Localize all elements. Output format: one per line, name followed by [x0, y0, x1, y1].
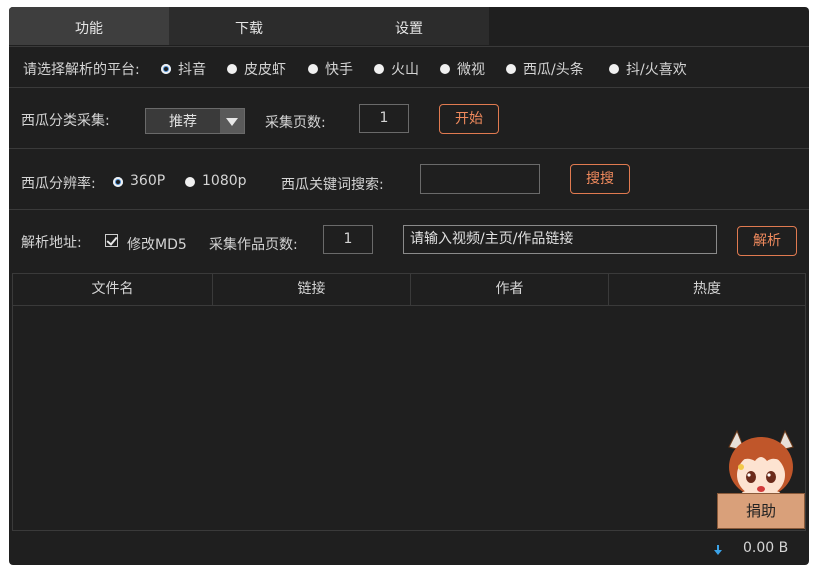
radio-label-360p[interactable]: 360P — [130, 173, 165, 189]
radio-label-douyin[interactable]: 抖音 — [178, 59, 206, 79]
radio-label-1080p[interactable]: 1080p — [202, 173, 247, 189]
xigua-resolution-row: 西瓜分辨率: 360P 1080p 西瓜关键词搜索: 搜搜 — [9, 148, 809, 210]
column-header-link[interactable]: 链接 — [213, 274, 411, 305]
app-window: 功能 下载 设置 请选择解析的平台: 抖音 皮皮虾 快手 火山 微视 西瓜/头条… — [9, 7, 809, 565]
column-header-heat[interactable]: 热度 — [609, 274, 805, 305]
download-speed: 0.00 B — [743, 540, 789, 556]
radio-pipixia[interactable] — [227, 64, 237, 74]
chevron-down-icon[interactable] — [220, 109, 244, 133]
tab-features[interactable]: 功能 — [9, 7, 169, 45]
radio-kuaishou[interactable] — [308, 64, 318, 74]
start-button[interactable]: 开始 — [439, 104, 499, 134]
results-table: 文件名 链接 作者 热度 — [12, 273, 806, 531]
pages-input[interactable]: 1 — [359, 104, 409, 133]
pages-label: 采集页数: — [265, 115, 326, 131]
search-button[interactable]: 搜搜 — [570, 164, 630, 194]
url-input[interactable]: 请输入视频/主页/作品链接 — [403, 225, 717, 254]
category-select-value: 推荐 — [169, 114, 197, 130]
status-bar: 0.00 B — [9, 531, 809, 565]
xigua-category-row: 西瓜分类采集: 采集页数: 1 开始 — [9, 87, 809, 149]
parse-row: 解析地址: 修改MD5 采集作品页数: 1 请输入视频/主页/作品链接 解析 — [9, 209, 809, 270]
donate-button[interactable]: 捐助 — [717, 493, 805, 529]
resolution-label: 西瓜分辨率: — [21, 176, 96, 192]
radio-label-weishi[interactable]: 微视 — [457, 59, 485, 79]
platform-label: 请选择解析的平台: — [23, 62, 140, 78]
table-header: 文件名 链接 作者 热度 — [13, 274, 805, 306]
md5-label[interactable]: 修改MD5 — [127, 234, 187, 254]
radio-label-douhuo-like[interactable]: 抖/火喜欢 — [626, 59, 687, 79]
radio-1080p[interactable] — [185, 177, 195, 187]
radio-xigua-toutiao[interactable] — [506, 64, 516, 74]
radio-label-pipixia[interactable]: 皮皮虾 — [244, 59, 286, 79]
download-arrow-icon — [714, 545, 722, 555]
xigua-category-label: 西瓜分类采集: — [21, 113, 110, 129]
column-header-author[interactable]: 作者 — [411, 274, 609, 305]
radio-label-xigua-toutiao[interactable]: 西瓜/头条 — [523, 59, 584, 79]
tab-bar: 功能 下载 设置 — [9, 7, 489, 45]
radio-douhuo-like[interactable] — [609, 64, 619, 74]
parse-button[interactable]: 解析 — [737, 226, 797, 256]
tab-download[interactable]: 下载 — [169, 7, 329, 45]
work-pages-input[interactable]: 1 — [323, 225, 373, 254]
category-select[interactable]: 推荐 — [145, 108, 245, 134]
radio-weishi[interactable] — [440, 64, 450, 74]
radio-huoshan[interactable] — [374, 64, 384, 74]
platform-row: 请选择解析的平台: 抖音 皮皮虾 快手 火山 微视 西瓜/头条 抖/火喜欢 — [9, 46, 809, 88]
work-pages-label: 采集作品页数: — [209, 237, 298, 253]
keyword-label: 西瓜关键词搜索: — [281, 177, 384, 193]
radio-douyin[interactable] — [161, 64, 171, 74]
parse-label: 解析地址: — [21, 235, 82, 251]
column-header-filename[interactable]: 文件名 — [13, 274, 213, 305]
md5-checkbox[interactable] — [105, 234, 118, 247]
radio-label-kuaishou[interactable]: 快手 — [325, 59, 353, 79]
keyword-input[interactable] — [420, 164, 540, 194]
tab-settings[interactable]: 设置 — [329, 7, 489, 45]
radio-360p[interactable] — [113, 177, 123, 187]
radio-label-huoshan[interactable]: 火山 — [391, 59, 419, 79]
